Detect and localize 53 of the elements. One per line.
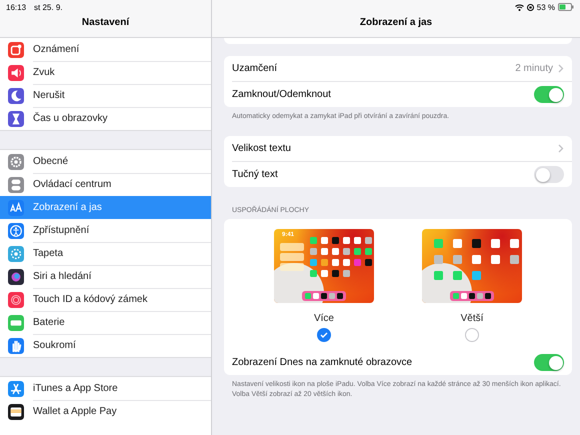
layout-label: Větší [460, 313, 484, 324]
wifi-icon [514, 4, 524, 10]
status-time: 16:13 [6, 2, 26, 12]
sidebar-item[interactable]: Obecné [0, 150, 211, 173]
chevron-icon [558, 64, 564, 73]
rotation-lock-icon [526, 4, 534, 10]
sidebar-item[interactable]: Baterie [0, 311, 211, 334]
sidebar-item[interactable]: Wallet a Apple Pay [0, 400, 211, 423]
radio-button[interactable] [465, 328, 479, 342]
toggles-icon [8, 176, 24, 192]
sidebar-item[interactable]: Tapeta [0, 242, 211, 265]
chevron-icon [558, 144, 564, 154]
speaker-icon [8, 64, 24, 80]
setting-value: 2 minuty [515, 63, 553, 74]
bell-badge-icon [8, 42, 24, 58]
orb-icon [8, 268, 24, 284]
battery-icon [8, 314, 24, 330]
setting-label: Velikost textu [232, 143, 292, 154]
hand-icon [8, 338, 24, 354]
hourglass-icon [8, 110, 24, 126]
sidebar-item[interactable]: Zvuk [0, 61, 211, 84]
letters-icon [8, 200, 24, 216]
sidebar-item[interactable]: Siri a hledání [0, 265, 211, 288]
wallet-icon [8, 404, 24, 420]
setting-label: Uzamčení [232, 63, 278, 74]
widget-placeholder [280, 253, 304, 262]
home-screen-preview[interactable] [422, 229, 522, 304]
sidebar-item[interactable]: Zpřístupnění [0, 219, 211, 242]
toggle-switch[interactable] [534, 166, 564, 184]
page-title: Zobrazení a jas [360, 17, 432, 28]
accessibility-icon [8, 222, 24, 238]
widget-placeholder [280, 243, 304, 252]
checkmark-icon [320, 332, 328, 338]
sidebar-title: Nastavení [82, 17, 130, 28]
sidebar-item[interactable]: Oznámení [0, 38, 211, 61]
widget-placeholder [280, 263, 304, 272]
flower-icon [8, 246, 24, 262]
layout-label: Více [314, 313, 334, 324]
moon-icon [8, 88, 24, 104]
settings-icon [8, 154, 24, 170]
radio-button[interactable] [317, 328, 331, 342]
sidebar-item[interactable]: Touch ID a kódový zámek [0, 288, 211, 311]
sidebar-item[interactable]: Nerušit [0, 84, 211, 107]
battery-icon [558, 3, 574, 11]
toggle-switch[interactable] [534, 354, 564, 372]
app-store-icon [8, 380, 24, 396]
sidebar-item[interactable]: iTunes a App Store [0, 377, 211, 400]
toggle-switch[interactable] [534, 86, 564, 103]
battery-percentage: 53 % [536, 2, 555, 12]
setting-label: Zobrazení Dnes na zamknuté obrazovce [232, 357, 414, 368]
setting-label: Zamknout/Odemknout [232, 89, 332, 100]
status-date: st 25. 9. [34, 2, 62, 12]
setting-label: Tučný text [232, 169, 279, 180]
